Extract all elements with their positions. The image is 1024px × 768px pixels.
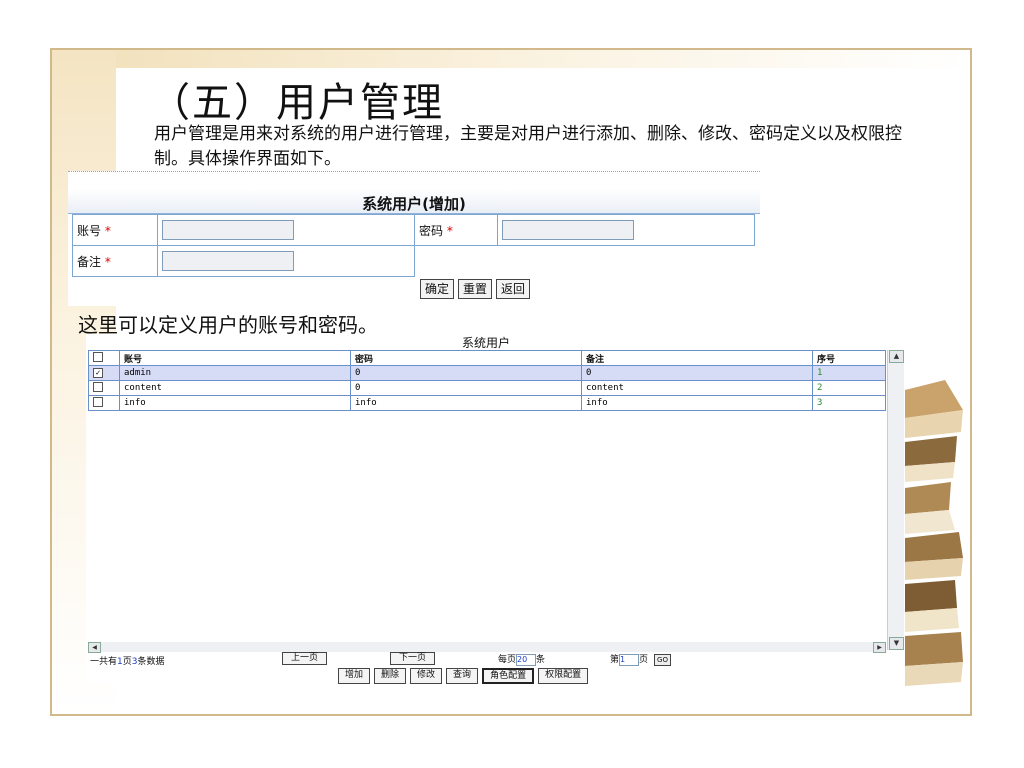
remark-label-cell: 备注 * <box>72 245 158 277</box>
cell-password: 0 <box>350 380 582 396</box>
add-user-form: 系统用户(增加) 账号 * 密码 * 备注 * 确定 重置 返回 <box>68 171 760 306</box>
per-page-unit: 条 <box>536 655 546 665</box>
account-label-cell: 账号 * <box>72 214 158 246</box>
edit-button[interactable]: 修改 <box>410 668 443 684</box>
pages-unit: 页 <box>122 657 132 667</box>
scroll-left-icon[interactable]: ◀ <box>88 642 101 653</box>
cell-remark: 0 <box>581 365 813 381</box>
table-row[interactable]: content 0 content 2 <box>88 380 886 396</box>
go-button[interactable]: GO <box>654 653 671 666</box>
cell-remark: info <box>581 395 813 411</box>
permission-config-button[interactable]: 权限配置 <box>538 668 589 684</box>
scroll-right-icon[interactable]: ▶ <box>873 642 886 653</box>
remark-label: 备注 <box>77 254 102 269</box>
row-checkbox[interactable] <box>93 396 103 407</box>
per-page-input[interactable]: 20 <box>516 653 537 666</box>
row-check-cell <box>88 395 120 411</box>
cell-account: content <box>119 380 351 396</box>
row-checkbox[interactable]: ✓ <box>93 368 103 378</box>
cell-seq: 2 <box>812 380 886 396</box>
password-label: 密码 <box>419 223 444 238</box>
query-button[interactable]: 查询 <box>446 668 479 684</box>
user-list-panel: 系统用户 账号 密码 备注 序号 ✓ admin 0 0 1 content 0… <box>86 334 906 684</box>
divider <box>68 171 760 172</box>
row-checkbox[interactable] <box>93 381 103 392</box>
slide-description: 用户管理是用来对系统的用户进行管理，主要是对用户进行添加、删除、修改、密码定义以… <box>154 124 902 169</box>
action-buttons: 增加 删除 修改 查询 角色配置 权限配置 <box>338 668 589 684</box>
total-prefix: 一共有 <box>90 657 118 667</box>
select-all-checkbox[interactable] <box>93 351 103 362</box>
page-jump: 第1 页 GO <box>610 652 671 666</box>
cell-account: admin <box>119 365 351 381</box>
cell-account: info <box>119 395 351 411</box>
required-mark: * <box>104 254 111 269</box>
book-stack <box>905 380 963 686</box>
required-mark: * <box>104 223 111 238</box>
next-page-button[interactable]: 下一页 <box>390 652 436 665</box>
back-button[interactable]: 返回 <box>496 279 531 299</box>
cell-seq: 3 <box>812 395 886 411</box>
page-prefix: 第 <box>610 655 620 665</box>
slide-title: （五）用户管理 <box>150 80 444 126</box>
table-header-row: 账号 密码 备注 序号 <box>88 350 886 366</box>
form-buttons: 确定 重置 返回 <box>420 279 531 299</box>
col-header-password: 密码 <box>350 350 582 366</box>
add-button[interactable]: 增加 <box>338 668 371 684</box>
vertical-scrollbar[interactable]: ▲ ▼ <box>887 350 904 650</box>
list-title: 系统用户 <box>461 336 510 350</box>
cell-remark: content <box>581 380 813 396</box>
role-config-button[interactable]: 角色配置 <box>482 668 535 684</box>
books-decoration <box>905 380 963 686</box>
form-title: 系统用户(增加) <box>362 195 466 213</box>
account-input[interactable] <box>162 220 294 240</box>
cell-password: 0 <box>350 365 582 381</box>
page-input[interactable]: 1 <box>619 653 640 666</box>
row-check-cell: ✓ <box>88 365 120 381</box>
password-input[interactable] <box>502 220 634 240</box>
row-check-cell <box>88 380 120 396</box>
select-all-cell <box>88 350 120 366</box>
col-header-seq: 序号 <box>812 350 886 366</box>
records-unit: 条数据 <box>137 657 165 667</box>
scroll-down-icon[interactable]: ▼ <box>889 637 904 650</box>
required-mark: * <box>446 223 453 238</box>
user-list-table: 账号 密码 备注 序号 ✓ admin 0 0 1 content 0 cont… <box>88 350 886 411</box>
per-page: 每页20 条 <box>498 652 545 666</box>
account-label: 账号 <box>77 223 102 238</box>
account-input-cell <box>157 214 415 246</box>
cell-seq: 1 <box>812 365 886 381</box>
total-info: 一共有1页3条数据 <box>90 654 165 667</box>
remark-input[interactable] <box>162 251 294 271</box>
horizontal-scrollbar[interactable]: ◀ ▶ <box>88 642 886 653</box>
scroll-up-icon[interactable]: ▲ <box>889 350 904 363</box>
table-row[interactable]: ✓ admin 0 0 1 <box>88 365 886 381</box>
password-label-cell: 密码 * <box>414 214 498 246</box>
page-unit: 页 <box>639 655 649 665</box>
prev-page-button[interactable]: 上一页 <box>282 652 328 665</box>
col-header-remark: 备注 <box>581 350 813 366</box>
col-header-account: 账号 <box>119 350 351 366</box>
table-row[interactable]: info info info 3 <box>88 395 886 411</box>
per-page-prefix: 每页 <box>498 655 517 665</box>
empty-cell <box>415 246 755 277</box>
confirm-button[interactable]: 确定 <box>420 279 455 299</box>
delete-button[interactable]: 删除 <box>374 668 407 684</box>
password-input-cell <box>497 214 755 246</box>
reset-button[interactable]: 重置 <box>458 279 493 299</box>
add-user-table: 账号 * 密码 * 备注 * <box>72 214 755 277</box>
remark-input-cell <box>157 245 415 277</box>
cell-password: info <box>350 395 582 411</box>
